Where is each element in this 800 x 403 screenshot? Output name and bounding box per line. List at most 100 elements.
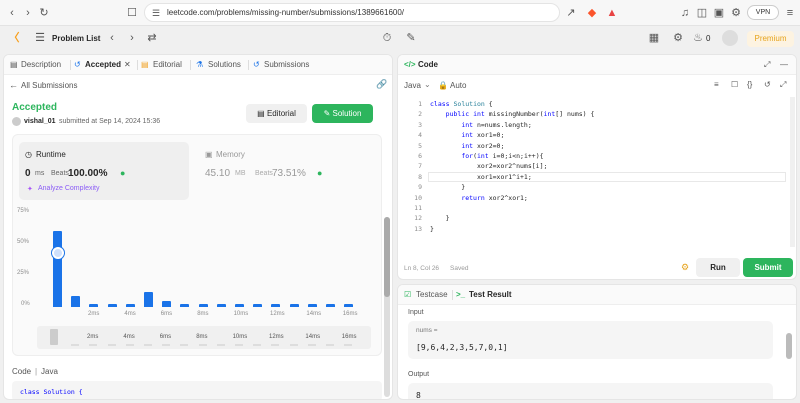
runtime-bar[interactable] <box>198 304 208 307</box>
close-tab-icon[interactable]: ✕ <box>124 60 131 69</box>
line-number: 7 <box>418 162 422 171</box>
beats-badge-icon: ● <box>317 168 323 178</box>
wallet-icon[interactable]: ▣ <box>711 5 727 21</box>
username[interactable]: vishal_01 <box>24 118 56 125</box>
left-scrollbar[interactable] <box>384 217 390 397</box>
runtime-bar[interactable] <box>107 304 117 307</box>
avatar[interactable] <box>722 30 738 46</box>
editorial-button[interactable]: ▤ Editorial <box>246 104 307 123</box>
runtime-bar[interactable] <box>216 304 226 307</box>
debug-icon[interactable]: ⚙ <box>681 262 689 273</box>
address-bar[interactable]: ☰ leetcode.com/problems/missing-number/s… <box>144 3 560 22</box>
your-runtime-marker[interactable] <box>51 246 64 259</box>
runtime-bar[interactable] <box>144 291 153 307</box>
problem-list-link[interactable]: Problem List <box>52 34 100 43</box>
link-icon[interactable]: 🔗 <box>376 79 387 90</box>
runtime-bar[interactable] <box>289 304 299 307</box>
tab-submissions[interactable]: Submissions <box>264 60 309 69</box>
runtime-bar[interactable] <box>307 304 317 307</box>
analyze-complexity-link[interactable]: Analyze Complexity <box>38 185 99 192</box>
runtime-unit: ms <box>35 170 45 177</box>
runtime-bar[interactable] <box>125 304 135 307</box>
memory-box[interactable]: ▣ Memory 45.10 MB Beats 73.51% ● <box>199 142 369 200</box>
tab-code[interactable]: Code <box>418 60 438 69</box>
range-handle[interactable] <box>50 329 58 345</box>
line-number: 6 <box>418 152 422 160</box>
leetcode-logo-icon[interactable]: 〈 <box>6 30 22 46</box>
all-submissions-link[interactable]: All Submissions <box>21 81 77 90</box>
test-scrollbar-thumb[interactable] <box>786 333 792 359</box>
mini-bar <box>198 344 207 346</box>
bookmark-icon[interactable]: ☐ <box>124 5 140 21</box>
auto-mode[interactable]: Auto <box>450 81 466 90</box>
extensions-icon[interactable]: ⚙ <box>728 5 744 21</box>
runtime-bar[interactable] <box>53 230 62 307</box>
forward-icon[interactable]: › <box>20 5 36 21</box>
settings-icon[interactable]: ⚙ <box>670 30 686 46</box>
range-selector[interactable]: 2ms 4ms 6ms 8ms 10ms 12ms 14ms 16ms <box>37 326 371 349</box>
runtime-box[interactable]: ◷ Runtime 0 ms Beats 100.00% ● ✦ Analyze… <box>19 142 189 200</box>
solution-button[interactable]: ✎ Solution <box>312 104 373 123</box>
tab-solutions[interactable]: Solutions <box>208 60 241 69</box>
prev-problem-icon[interactable]: ‹ <box>104 30 120 46</box>
language-select[interactable]: Java <box>404 81 421 90</box>
shuffle-icon[interactable]: ⇄ <box>144 30 160 46</box>
site-settings-icon[interactable]: ☰ <box>148 5 164 21</box>
vpn-button[interactable]: VPN <box>747 5 779 20</box>
expand-icon[interactable]: ⤢ <box>764 60 770 70</box>
runtime-bar[interactable] <box>71 295 81 307</box>
tab-description[interactable]: Description <box>21 60 61 69</box>
tab-editorial[interactable]: Editorial <box>153 60 182 69</box>
list-icon[interactable]: ☰ <box>32 30 48 46</box>
runtime-bar[interactable] <box>326 304 335 307</box>
notes-icon[interactable]: ✎ <box>403 30 419 46</box>
runtime-bar[interactable] <box>271 304 281 307</box>
tab-test-result[interactable]: Test Result <box>469 290 512 299</box>
sidebar-icon[interactable]: ◫ <box>694 5 710 21</box>
back-icon[interactable]: ‹ <box>4 5 20 21</box>
editor-scrollbar[interactable] <box>790 97 795 247</box>
format-icon[interactable]: ≡ <box>714 80 719 89</box>
chevron-down-icon[interactable]: ⌄ <box>424 80 431 89</box>
code-area[interactable]: 1 class Solution {2 public int missingNum… <box>398 97 788 237</box>
brave-shield-icon[interactable]: ◆ <box>584 5 600 21</box>
reset-icon[interactable]: ↺ <box>764 80 771 89</box>
input-value: [9,6,4,2,3,5,7,0,1] <box>416 343 508 352</box>
layout-icon[interactable]: ▦ <box>646 30 662 46</box>
runtime-bar[interactable] <box>162 300 172 307</box>
menu-icon[interactable]: ≡ <box>782 5 798 21</box>
back-arrow-icon[interactable]: ← <box>9 80 18 90</box>
submit-button[interactable]: Submit <box>743 258 793 277</box>
fire-icon[interactable]: ♨ <box>690 30 706 46</box>
timer-icon[interactable]: ⏱ <box>379 30 395 46</box>
left-scrollbar-thumb[interactable] <box>384 217 390 297</box>
description-icon: ▤ <box>10 60 18 69</box>
minimize-icon[interactable]: — <box>780 60 788 69</box>
line-number: 3 <box>418 120 422 129</box>
rewards-icon[interactable]: ▲ <box>604 5 620 21</box>
fullscreen-icon[interactable]: ⤢ <box>780 80 786 90</box>
runtime-bar[interactable] <box>180 304 190 307</box>
tab-accepted[interactable]: Accepted <box>85 60 121 69</box>
reload-icon[interactable]: ↻ <box>36 5 52 21</box>
save-status: Saved <box>450 265 469 272</box>
tab-testcase[interactable]: Testcase <box>416 290 448 299</box>
mini-x-tick-label: 14ms <box>305 334 321 340</box>
runtime-bar[interactable] <box>235 304 244 307</box>
input-box: nums = [9,6,4,2,3,5,7,0,1] <box>408 321 773 359</box>
media-icon[interactable]: ♫ <box>677 5 693 21</box>
mini-bar <box>71 344 80 346</box>
memory-beats-label: Beats <box>255 170 273 177</box>
user-avatar[interactable] <box>12 117 21 126</box>
bookmark-icon[interactable]: ☐ <box>731 80 738 89</box>
output-box: 8 <box>408 383 773 399</box>
share-icon[interactable]: ↗ <box>563 5 579 21</box>
runtime-label: Runtime <box>36 150 66 159</box>
next-problem-icon[interactable]: › <box>124 30 140 46</box>
runtime-bar[interactable] <box>344 304 354 307</box>
runtime-bar[interactable] <box>253 304 263 307</box>
runtime-bar[interactable] <box>89 304 99 307</box>
braces-icon[interactable]: {} <box>747 80 752 89</box>
premium-button[interactable]: Premium <box>747 31 794 47</box>
run-button[interactable]: Run <box>696 258 740 277</box>
